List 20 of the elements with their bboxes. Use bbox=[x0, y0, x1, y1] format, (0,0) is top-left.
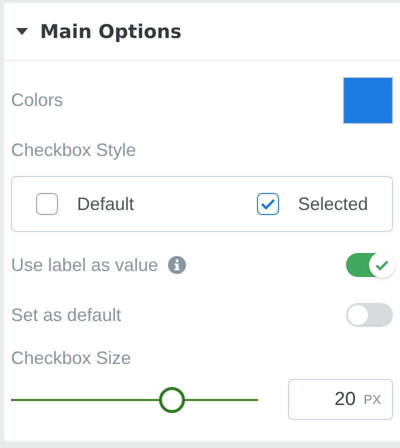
checkbox[interactable] bbox=[256, 193, 279, 215]
toggle-switch[interactable] bbox=[346, 253, 393, 277]
field-label: Colors bbox=[11, 90, 64, 111]
checkbox[interactable] bbox=[36, 193, 58, 215]
number-field[interactable]: 20 PX bbox=[288, 379, 393, 420]
field-label: Use label as value bbox=[11, 254, 158, 276]
checkbox-label: Selected bbox=[298, 194, 368, 214]
toggle-switch[interactable] bbox=[346, 303, 393, 327]
caret-icon bbox=[16, 28, 28, 36]
color-swatch[interactable] bbox=[343, 77, 393, 124]
field-label: Set as default bbox=[11, 304, 122, 326]
check-icon bbox=[375, 260, 389, 270]
field-label: Checkbox Style bbox=[11, 140, 138, 161]
slider[interactable] bbox=[11, 386, 258, 412]
check-icon bbox=[260, 198, 276, 210]
info-icon[interactable] bbox=[168, 256, 186, 274]
checkbox-label: Default bbox=[77, 194, 134, 214]
section-header[interactable]: Main Options bbox=[4, 3, 400, 61]
slider-thumb[interactable] bbox=[158, 386, 185, 412]
field-label: Checkbox Size bbox=[11, 348, 132, 369]
